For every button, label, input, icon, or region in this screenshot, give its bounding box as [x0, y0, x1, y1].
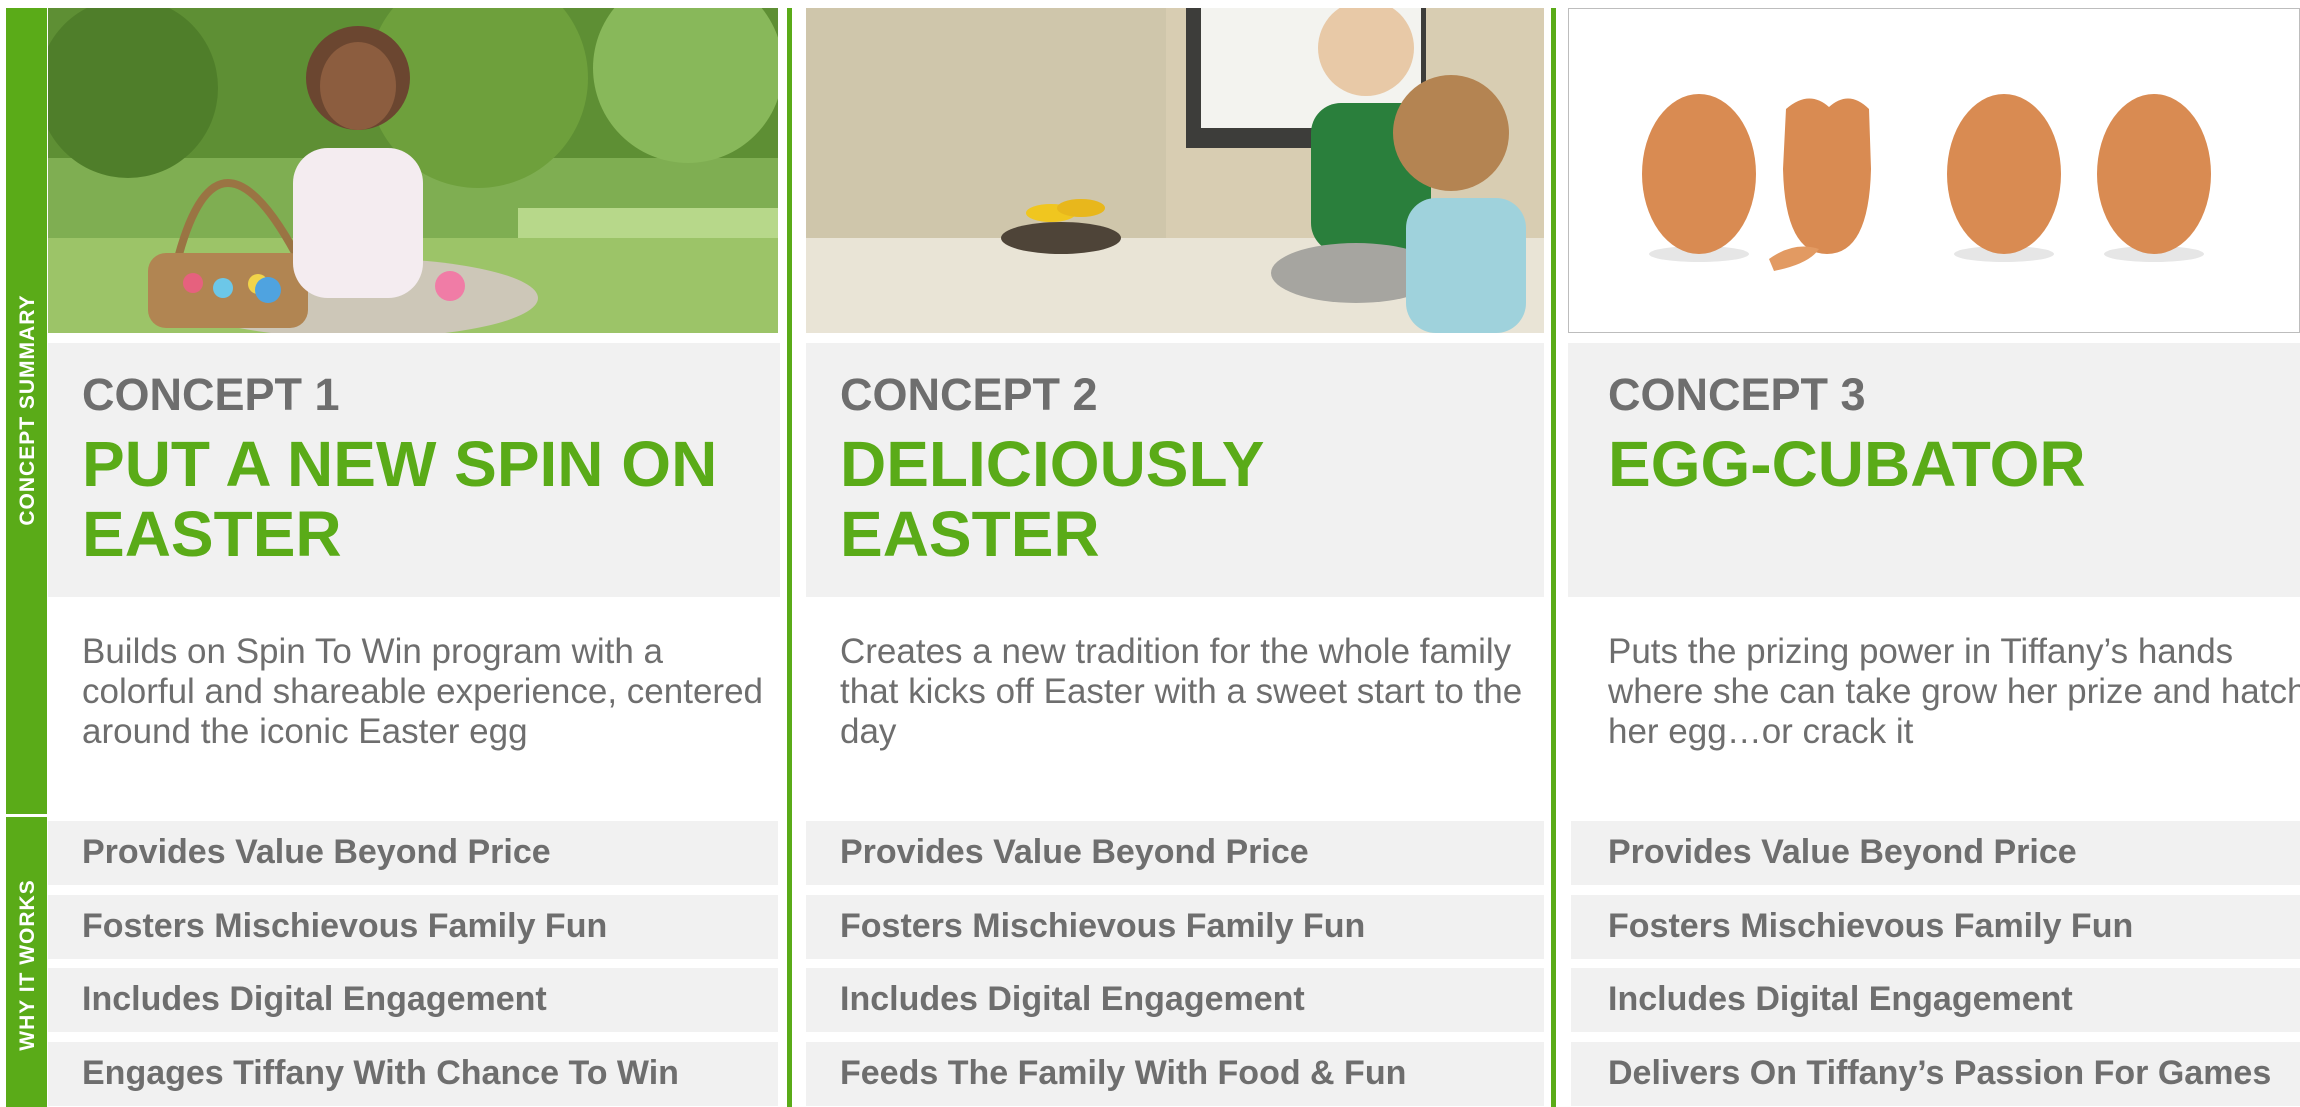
- benefit-text: Provides Value Beyond Price: [840, 833, 1309, 871]
- concept-title-panel: CONCEPT 2 DELICIOUSLY EASTER: [806, 343, 1544, 597]
- benefit-row: Fosters Mischievous Family Fun: [806, 895, 1544, 959]
- benefit-text: Fosters Mischievous Family Fun: [1608, 907, 2134, 945]
- benefit-row: Includes Digital Engagement: [806, 968, 1544, 1032]
- sidebar-divider: [6, 814, 47, 817]
- benefit-text: Includes Digital Engagement: [82, 980, 547, 1018]
- concept-headline: DELICIOUSLY EASTER: [840, 428, 1264, 570]
- benefit-row: Provides Value Beyond Price: [1571, 821, 2300, 885]
- benefit-row: Delivers On Tiffany’s Passion For Games: [1571, 1042, 2300, 1106]
- benefit-row: Includes Digital Engagement: [48, 968, 778, 1032]
- benefit-text: Engages Tiffany With Chance To Win: [82, 1054, 679, 1092]
- concept-description: Builds on Spin To Win program with a col…: [82, 632, 763, 751]
- four-eggs-one-cracked-photo: [1568, 8, 2300, 333]
- benefit-text: Includes Digital Engagement: [1608, 980, 2073, 1018]
- benefit-text: Delivers On Tiffany’s Passion For Games: [1608, 1054, 2272, 1092]
- concept-number: CONCEPT 2: [840, 369, 1098, 420]
- benefit-row: Includes Digital Engagement: [1571, 968, 2300, 1032]
- why-it-works-label: WHY IT WORKS: [16, 879, 39, 1051]
- concept-title-panel: CONCEPT 3 EGG-CUBATOR: [1568, 343, 2300, 597]
- benefit-row: Feeds The Family With Food & Fun: [806, 1042, 1544, 1106]
- concept-summary-label: CONCEPT SUMMARY: [16, 294, 39, 526]
- benefit-row: Fosters Mischievous Family Fun: [1571, 895, 2300, 959]
- benefit-text: Provides Value Beyond Price: [82, 833, 551, 871]
- benefit-row: Provides Value Beyond Price: [48, 821, 778, 885]
- column-separator-2: [1551, 8, 1556, 1107]
- benefit-text: Provides Value Beyond Price: [1608, 833, 2077, 871]
- concept-title-panel: CONCEPT 1 PUT A NEW SPIN ON EASTER: [48, 343, 780, 597]
- concept-headline: PUT A NEW SPIN ON EASTER: [82, 428, 718, 570]
- girl-with-easter-basket-photo: [48, 8, 778, 333]
- benefit-row: Provides Value Beyond Price: [806, 821, 1544, 885]
- benefit-row: Fosters Mischievous Family Fun: [48, 895, 778, 959]
- benefit-text: Includes Digital Engagement: [840, 980, 1305, 1018]
- benefit-text: Feeds The Family With Food & Fun: [840, 1054, 1407, 1092]
- benefit-text: Fosters Mischievous Family Fun: [82, 907, 608, 945]
- benefit-row: Engages Tiffany With Chance To Win: [48, 1042, 778, 1106]
- concept-headline: EGG-CUBATOR: [1608, 428, 2086, 500]
- concept-description: Creates a new tradition for the whole fa…: [840, 632, 1523, 751]
- concept-number: CONCEPT 1: [82, 369, 340, 420]
- concept-number: CONCEPT 3: [1608, 369, 1866, 420]
- kids-baking-in-kitchen-photo: [806, 8, 1544, 333]
- benefit-text: Fosters Mischievous Family Fun: [840, 907, 1366, 945]
- column-separator-1: [787, 8, 792, 1107]
- concept-description: Puts the prizing power in Tiffany’s hand…: [1608, 632, 2300, 751]
